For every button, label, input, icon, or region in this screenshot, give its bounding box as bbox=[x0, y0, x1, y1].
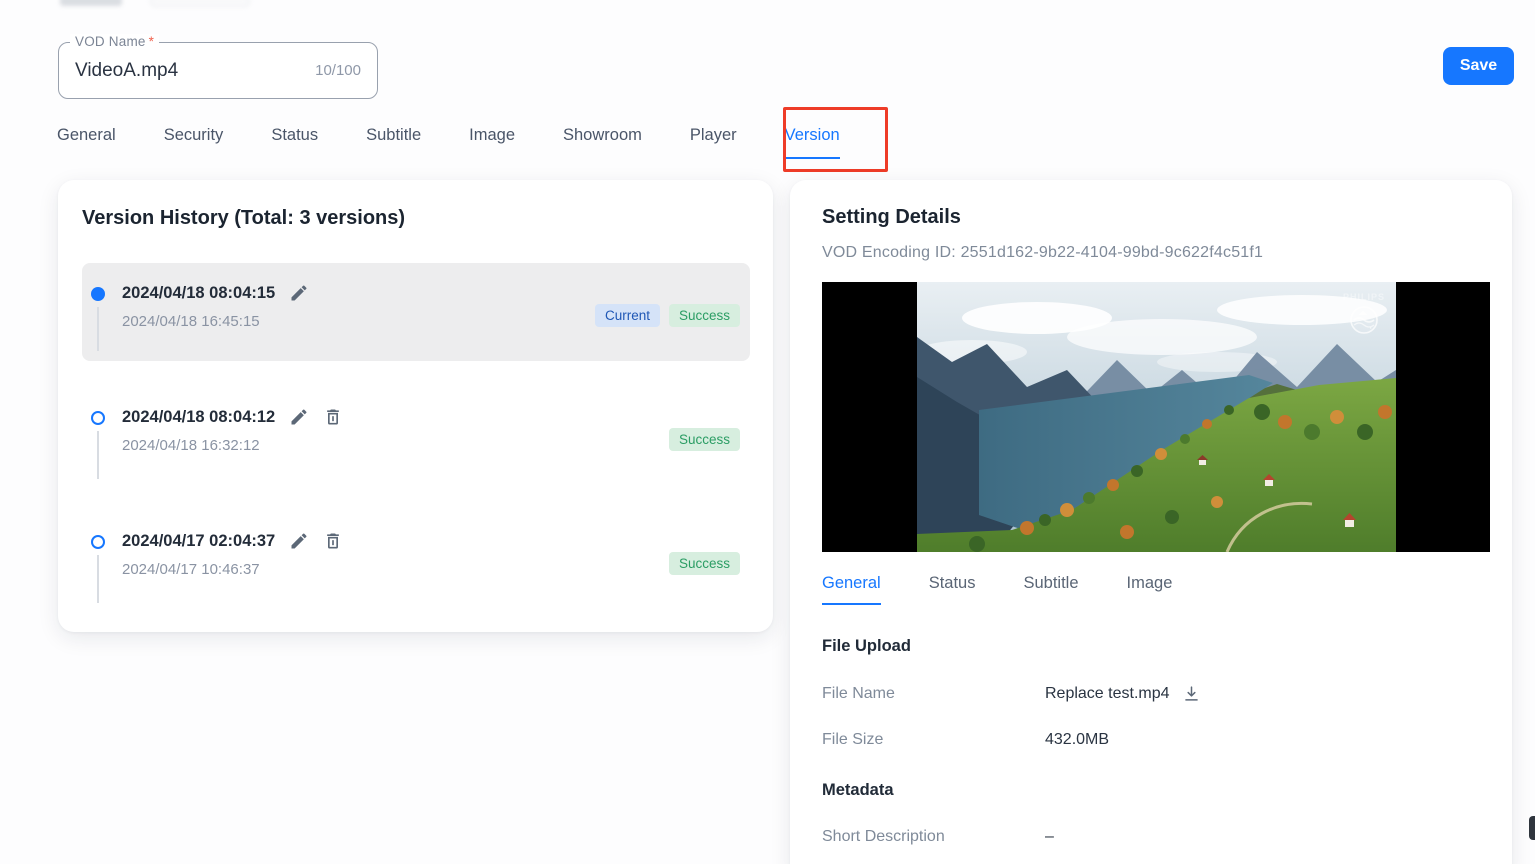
short-description-row: Short Description – bbox=[822, 828, 1480, 846]
download-icon[interactable] bbox=[1182, 684, 1201, 703]
short-description-label: Short Description bbox=[822, 828, 1045, 846]
detail-tab-image[interactable]: Image bbox=[1127, 574, 1173, 605]
success-badge: Success bbox=[669, 304, 740, 327]
setting-details-card: Setting Details VOD Encoding ID: 2551d16… bbox=[790, 180, 1512, 864]
version-item-1[interactable]: 2024/04/18 08:04:15 2024/04/18 16:45:15 … bbox=[82, 263, 750, 361]
version-title: 2024/04/18 08:04:12 bbox=[122, 408, 275, 427]
detail-tab-subtitle[interactable]: Subtitle bbox=[1023, 574, 1078, 605]
video-thumbnail: PHILIPS bbox=[822, 282, 1490, 552]
video-frame-image bbox=[917, 282, 1396, 552]
version-subtitle: 2024/04/17 10:46:37 bbox=[122, 561, 260, 578]
tab-image[interactable]: Image bbox=[469, 126, 515, 159]
radio-unselected-icon[interactable] bbox=[91, 411, 105, 425]
detail-tab-status[interactable]: Status bbox=[929, 574, 976, 605]
edit-icon[interactable] bbox=[289, 531, 309, 551]
setting-details-title: Setting Details bbox=[822, 206, 1480, 229]
tab-player[interactable]: Player bbox=[690, 126, 737, 159]
tab-general[interactable]: General bbox=[57, 126, 116, 159]
file-size-label: File Size bbox=[822, 731, 1045, 749]
char-counter: 10/100 bbox=[315, 62, 377, 79]
success-badge: Success bbox=[669, 428, 740, 451]
delete-icon[interactable] bbox=[323, 531, 343, 551]
detail-tab-general[interactable]: General bbox=[822, 574, 881, 605]
version-subtitle: 2024/04/18 16:32:12 bbox=[122, 437, 260, 454]
watermark-text: PHILIPS bbox=[1334, 292, 1394, 302]
edit-icon[interactable] bbox=[289, 407, 309, 427]
short-description-value: – bbox=[1045, 828, 1054, 846]
timeline-connector bbox=[97, 307, 99, 351]
tab-showroom[interactable]: Showroom bbox=[563, 126, 642, 159]
file-name-row: File Name Replace test.mp4 bbox=[822, 684, 1480, 703]
timeline-connector bbox=[97, 555, 99, 603]
vod-name-field[interactable]: VOD Name* 10/100 bbox=[58, 42, 378, 99]
required-asterisk: * bbox=[149, 34, 154, 49]
tab-version[interactable]: Version bbox=[785, 126, 840, 159]
file-name-value: Replace test.mp4 bbox=[1045, 685, 1170, 703]
file-size-value: 432.0MB bbox=[1045, 731, 1109, 749]
version-history-title: Version History (Total: 3 versions) bbox=[82, 207, 405, 230]
version-subtitle: 2024/04/18 16:45:15 bbox=[122, 313, 260, 330]
scrollbar-thumb-fragment[interactable] bbox=[1529, 816, 1535, 840]
current-badge: Current bbox=[595, 304, 660, 327]
vod-name-input[interactable] bbox=[59, 60, 315, 82]
edit-icon[interactable] bbox=[289, 283, 309, 303]
watermark-logo: PHILIPS bbox=[1334, 292, 1394, 341]
radio-unselected-icon[interactable] bbox=[91, 535, 105, 549]
cutoff-header-badge-fragment bbox=[150, 0, 250, 7]
version-item-2[interactable]: 2024/04/18 08:04:12 2024/04/18 16:32:12 … bbox=[82, 387, 750, 485]
main-tab-bar: General Security Status Subtitle Image S… bbox=[57, 126, 840, 159]
detail-tab-bar: General Status Subtitle Image bbox=[822, 574, 1480, 605]
file-name-label: File Name bbox=[822, 685, 1045, 703]
tab-security[interactable]: Security bbox=[164, 126, 224, 159]
tab-subtitle[interactable]: Subtitle bbox=[366, 126, 421, 159]
success-badge: Success bbox=[669, 552, 740, 575]
cutoff-header-fragment bbox=[60, 0, 122, 6]
timeline-connector bbox=[97, 431, 99, 479]
file-size-row: File Size 432.0MB bbox=[822, 731, 1480, 749]
metadata-heading: Metadata bbox=[822, 781, 1480, 800]
tab-status[interactable]: Status bbox=[271, 126, 318, 159]
vod-encoding-id: VOD Encoding ID: 2551d162-9b22-4104-99bd… bbox=[822, 244, 1480, 262]
version-item-3[interactable]: 2024/04/17 02:04:37 2024/04/17 10:46:37 … bbox=[82, 511, 750, 609]
delete-icon[interactable] bbox=[323, 407, 343, 427]
radio-selected-icon[interactable] bbox=[91, 287, 105, 301]
save-button[interactable]: Save bbox=[1443, 47, 1514, 85]
file-upload-heading: File Upload bbox=[822, 637, 1480, 656]
version-history-card: Version History (Total: 3 versions) 2024… bbox=[58, 180, 773, 632]
vod-detail-page: VOD Name* 10/100 Save General Security S… bbox=[0, 0, 1535, 864]
version-title: 2024/04/18 08:04:15 bbox=[122, 284, 275, 303]
vod-name-label: VOD Name* bbox=[70, 34, 159, 49]
version-title: 2024/04/17 02:04:37 bbox=[122, 532, 275, 551]
